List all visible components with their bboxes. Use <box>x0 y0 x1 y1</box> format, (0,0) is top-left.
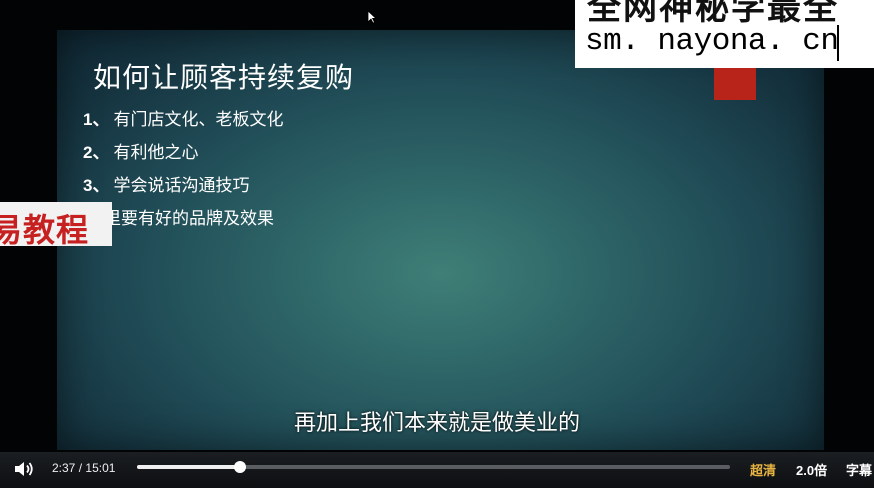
slide-title: 如何让顾客持续复购 <box>93 61 355 94</box>
progress-bar[interactable] <box>137 461 730 473</box>
mouse-cursor-icon <box>367 10 377 24</box>
list-item-number: 3、 <box>83 176 110 195</box>
video-subtitle: 再加上我们本来就是做美业的 <box>293 411 580 436</box>
watermark-url: sm. nayona. cn <box>585 24 839 59</box>
quality-button[interactable]: 超清 <box>750 460 776 479</box>
list-item-text: 店里要有好的品牌及效果 <box>87 209 274 229</box>
caption-button[interactable]: 字幕 <box>846 460 872 479</box>
slide-bullet-list: 1、 有门店文化、老板文化 2、 有利他之心 3、 学会说话沟通技巧 店里要有好的品牌… <box>83 110 283 242</box>
list-item: 店里要有好的品牌及效果 <box>83 209 283 242</box>
text-cursor <box>837 25 839 61</box>
progress-handle[interactable] <box>234 461 247 473</box>
player-control-bar: 2:37 / 15:01 超清 2.0倍 字幕 <box>0 452 874 488</box>
watermark-box: 全网神秘学最全 sm. nayona. cn <box>575 0 874 68</box>
list-item-number: 1、 <box>83 110 110 129</box>
volume-icon[interactable] <box>13 459 35 479</box>
list-item: 2、 有利他之心 <box>83 143 283 176</box>
time-display: 2:37 / 15:01 <box>52 461 115 475</box>
speed-button[interactable]: 2.0倍 <box>796 460 827 479</box>
list-item-text: 有利他之心 <box>113 143 199 163</box>
left-watermark-text: 易教程 <box>0 211 90 246</box>
list-item: 1、 有门店文化、老板文化 <box>83 110 283 143</box>
progress-fill <box>137 465 241 469</box>
list-item: 3、 学会说话沟通技巧 <box>83 176 283 209</box>
list-item-number: 2、 <box>83 143 110 162</box>
current-time: 2:37 <box>52 461 76 475</box>
video-player[interactable]: 如何让顾客持续复购 1、 有门店文化、老板文化 2、 有利他之心 3、 学会说话沟通技… <box>0 0 874 488</box>
time-separator: / <box>78 461 83 475</box>
list-item-text: 有门店文化、老板文化 <box>113 110 284 130</box>
left-watermark: 易教程 <box>0 202 112 246</box>
duration: 15:01 <box>85 461 116 475</box>
list-item-text: 学会说话沟通技巧 <box>113 176 250 196</box>
video-frame[interactable]: 如何让顾客持续复购 1、 有门店文化、老板文化 2、 有利他之心 3、 学会说话沟通技… <box>57 30 824 450</box>
